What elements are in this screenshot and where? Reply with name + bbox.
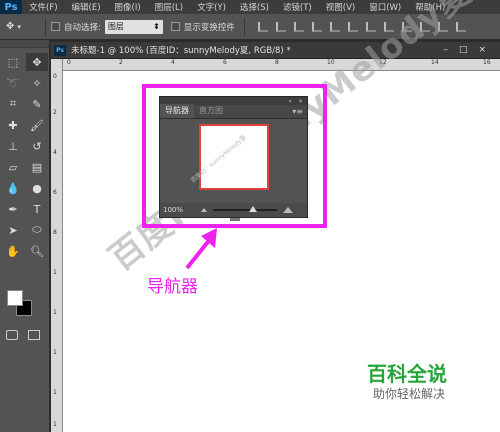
menu-edit[interactable]: 编辑(E) bbox=[65, 1, 108, 13]
type-icon[interactable]: T bbox=[26, 200, 48, 218]
show-transform-label: 显示变换控件 bbox=[183, 22, 235, 33]
history-brush-icon[interactable]: ↺ bbox=[26, 137, 48, 155]
chevron-down-icon: ⬍ bbox=[153, 22, 160, 31]
brand-title: 百科全说 bbox=[367, 362, 447, 386]
healing-brush-icon[interactable]: ✚ bbox=[2, 116, 24, 134]
ruler-tick: 1 bbox=[53, 389, 57, 396]
tools-panel: ⬚ ✥ ➰ ✧ ⌗ ✎ ✚ 🖌 ⊥ ↺ ▱ ▤ 💧 ● ✒ T ➤ ⬭ ✋ 🔍︎ bbox=[0, 40, 50, 432]
menu-image[interactable]: 图像(I) bbox=[108, 1, 148, 13]
quick-mask-icon[interactable] bbox=[6, 330, 18, 340]
annotation-arrow bbox=[185, 228, 217, 270]
ruler-tick: 16 bbox=[483, 59, 491, 66]
ruler-horizontal[interactable]: 0 2 4 6 8 10 12 14 16 bbox=[63, 59, 500, 71]
auto-select-value: 图层 bbox=[107, 22, 124, 31]
move-icon[interactable]: ✥ bbox=[26, 53, 48, 71]
panel-grip[interactable] bbox=[0, 40, 49, 48]
ruler-tick: 0 bbox=[67, 59, 71, 66]
align-left-icon[interactable] bbox=[311, 21, 322, 32]
ruler-tick: 4 bbox=[53, 149, 57, 156]
align-top-icon[interactable] bbox=[257, 21, 268, 32]
show-transform-checkbox[interactable] bbox=[170, 22, 180, 31]
ruler-tick: 1 bbox=[53, 309, 57, 316]
distribute-right-icon[interactable] bbox=[455, 21, 466, 32]
dodge-icon[interactable]: ● bbox=[26, 179, 48, 197]
ruler-tick: 2 bbox=[119, 59, 123, 66]
eraser-icon[interactable]: ▱ bbox=[2, 158, 24, 176]
menu-file[interactable]: 文件(F) bbox=[22, 1, 65, 13]
align-right-icon[interactable] bbox=[347, 21, 358, 32]
ruler-tick: 4 bbox=[171, 59, 175, 66]
photoshop-logo: Ps bbox=[0, 0, 22, 14]
annotation-label: 导航器 bbox=[147, 277, 198, 297]
move-icon: ✥ bbox=[6, 21, 15, 32]
eyedropper-icon[interactable]: ✎ bbox=[26, 95, 48, 113]
ruler-tick: 2 bbox=[53, 109, 57, 116]
maximize-icon[interactable]: □ bbox=[459, 45, 468, 55]
ruler-tick: 1 bbox=[53, 421, 57, 428]
ruler-tick: 14 bbox=[431, 59, 439, 66]
align-vcenter-icon[interactable] bbox=[275, 21, 286, 32]
zoom-icon[interactable]: 🔍︎ bbox=[26, 242, 48, 260]
ruler-tick: 1 bbox=[53, 349, 57, 356]
brush-icon[interactable]: 🖌 bbox=[26, 116, 48, 134]
pen-icon[interactable]: ✒ bbox=[2, 200, 24, 218]
foreground-color-swatch[interactable] bbox=[7, 290, 23, 306]
ruler-tick: 8 bbox=[275, 59, 279, 66]
chevron-down-icon: ▾ bbox=[17, 22, 21, 31]
magic-wand-icon[interactable]: ✧ bbox=[26, 74, 48, 92]
divider bbox=[45, 17, 46, 36]
divider bbox=[243, 17, 245, 36]
align-bottom-icon[interactable] bbox=[293, 21, 304, 32]
auto-select-dropdown[interactable]: 图层 ⬍ bbox=[104, 19, 163, 34]
menu-view[interactable]: 视图(V) bbox=[319, 1, 362, 13]
ruler-tick: 0 bbox=[53, 73, 57, 80]
document-title: 未标题-1 @ 100% (百度ID：sunnyMelody夏, RGB/8) … bbox=[71, 46, 291, 56]
crop-icon[interactable]: ⌗ bbox=[2, 95, 24, 113]
gradient-icon[interactable]: ▤ bbox=[26, 158, 48, 176]
ruler-tick: 8 bbox=[53, 229, 57, 236]
shape-icon[interactable]: ⬭ bbox=[26, 221, 48, 239]
brand-subtitle: 助你轻松解决 bbox=[373, 387, 446, 401]
minimize-icon[interactable]: – bbox=[443, 45, 448, 55]
document-ps-icon: Ps bbox=[54, 44, 66, 56]
hand-icon[interactable]: ✋ bbox=[2, 242, 24, 260]
menu-layer[interactable]: 图层(L) bbox=[148, 1, 190, 13]
document-tab[interactable]: Ps 未标题-1 @ 100% (百度ID：sunnyMelody夏, RGB/… bbox=[51, 42, 500, 59]
marquee-icon[interactable]: ⬚ bbox=[2, 53, 24, 71]
tool-preset-picker[interactable]: ✥ ▾ bbox=[6, 17, 40, 37]
align-hcenter-icon[interactable] bbox=[329, 21, 340, 32]
auto-select-checkbox[interactable] bbox=[51, 22, 60, 31]
blur-icon[interactable]: 💧 bbox=[2, 179, 24, 197]
highlight-box bbox=[142, 84, 327, 228]
path-select-icon[interactable]: ➤ bbox=[2, 221, 24, 239]
close-icon[interactable]: × bbox=[478, 45, 486, 55]
ruler-tick: 1 bbox=[53, 269, 57, 276]
auto-select-label: 自动选择: bbox=[64, 22, 101, 33]
lasso-icon[interactable]: ➰ bbox=[2, 74, 24, 92]
screen-mode-icon[interactable] bbox=[28, 330, 40, 340]
menu-type[interactable]: 文字(Y) bbox=[190, 1, 233, 13]
menu-filter[interactable]: 滤镜(T) bbox=[276, 1, 319, 13]
ruler-tick: 6 bbox=[223, 59, 227, 66]
clone-stamp-icon[interactable]: ⊥ bbox=[2, 137, 24, 155]
ruler-tick: 6 bbox=[53, 189, 57, 196]
ruler-vertical[interactable]: 0 2 4 6 8 1 1 1 1 1 bbox=[51, 59, 63, 432]
menu-select[interactable]: 选择(S) bbox=[233, 1, 276, 13]
